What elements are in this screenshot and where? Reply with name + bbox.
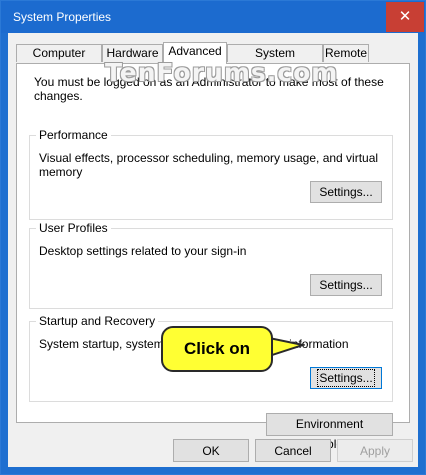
startup-recovery-title: Startup and Recovery: [36, 314, 159, 328]
performance-title: Performance: [36, 128, 111, 142]
title-bar[interactable]: System Properties ✕: [1, 1, 425, 33]
startup-recovery-settings-label[interactable]: Settings...: [317, 369, 375, 387]
close-button[interactable]: ✕: [386, 2, 424, 32]
cancel-button[interactable]: Cancel: [255, 439, 331, 462]
click-on-callout: Click on: [161, 326, 305, 372]
window-title: System Properties: [13, 10, 112, 24]
user-profiles-description: Desktop settings related to your sign-in: [39, 244, 247, 258]
performance-group: Performance Visual effects, processor sc…: [29, 128, 393, 220]
close-icon[interactable]: ✕: [399, 8, 412, 25]
tab-computer-name[interactable]: Computer Name: [16, 44, 102, 77]
environment-variables-button[interactable]: Environment Variables...: [266, 413, 393, 451]
startup-recovery-settings-button[interactable]: Settings...: [310, 367, 382, 389]
performance-settings-button[interactable]: Settings...: [310, 181, 382, 203]
callout-label: Click on: [161, 326, 273, 372]
user-profiles-group: User Profiles Desktop settings related t…: [29, 221, 393, 309]
ok-button[interactable]: OK: [173, 439, 249, 462]
watermark-text: TenForums.com: [105, 58, 339, 87]
user-profiles-settings-button[interactable]: Settings...: [310, 274, 382, 296]
apply-button[interactable]: Apply: [337, 439, 413, 462]
callout-pointer-icon: [269, 336, 305, 358]
user-profiles-title: User Profiles: [36, 221, 111, 235]
dialog-client-area: Computer Name Hardware Advanced System P…: [8, 33, 418, 467]
performance-description: Visual effects, processor scheduling, me…: [39, 151, 379, 179]
